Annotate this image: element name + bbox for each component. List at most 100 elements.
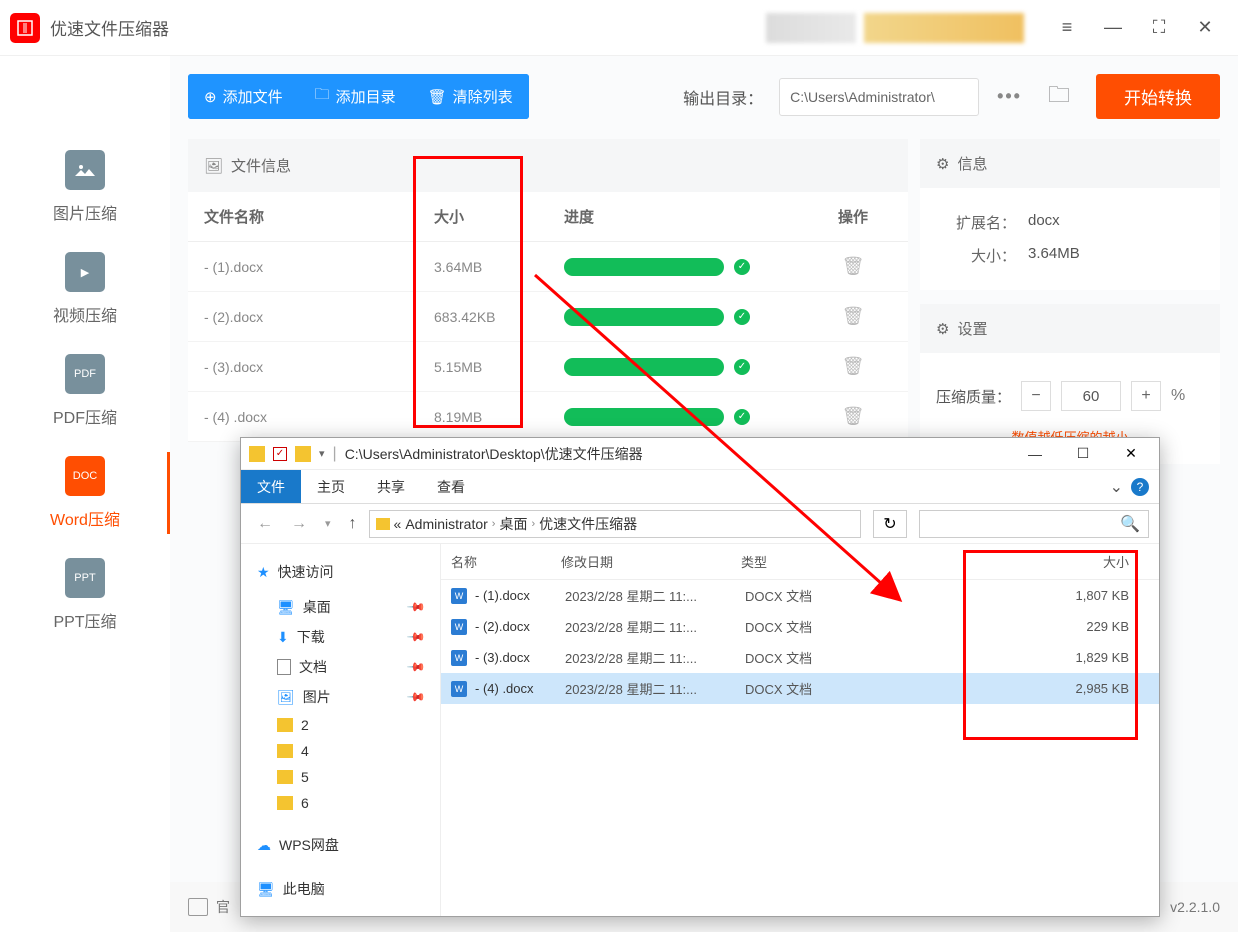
list-item[interactable]: W- (4) .docx2023/2/28 星期二 11:...DOCX 文档2… [441, 673, 1159, 704]
output-dir-label: 输出目录： [683, 85, 763, 109]
blurred-region [766, 13, 856, 43]
sidebar-item-pictures[interactable]: 🖼图片📌 [251, 682, 430, 712]
table-row[interactable]: - (4) .docx 8.19MB ✓ 🗑 [188, 392, 908, 442]
file-size: 5.15MB [434, 359, 564, 375]
sidebar-item-folder[interactable]: 6 [251, 790, 430, 816]
table-row[interactable]: - (1).docx 3.64MB ✓ 🗑 [188, 242, 908, 292]
dropdown-icon[interactable]: ▾ [319, 517, 337, 530]
sidebar-item-folder[interactable]: 4 [251, 738, 430, 764]
gear-icon: ⚙ [936, 320, 949, 338]
video-icon: ▶ [65, 252, 105, 292]
browse-button[interactable]: ••• [987, 86, 1032, 107]
explorer-file-list: 名称 修改日期 类型 大小 W- (1).docx2023/2/28 星期二 1… [441, 544, 1159, 916]
delete-icon[interactable]: 🗑 [814, 256, 892, 277]
sidebar-item-pdf[interactable]: PDF PDF压缩 [0, 340, 170, 442]
explorer-titlebar: ✓ ▾ | C:\Users\Administrator\Desktop\优速文… [241, 438, 1159, 470]
sidebar-item-thispc[interactable]: 🖥此电脑 [251, 874, 430, 904]
close-icon[interactable]: ✕ [1111, 440, 1151, 468]
sidebar-item-label: 视频压缩 [53, 302, 117, 326]
check-icon: ✓ [734, 259, 750, 275]
close-icon[interactable]: ✕ [1186, 9, 1224, 47]
sidebar-item-desktop[interactable]: 🖥桌面📌 [251, 592, 430, 622]
explorer-nav: ← → ▾ ↑ « Administrator› 桌面› 优速文件压缩器 ↻ 🔍 [241, 504, 1159, 544]
list-item[interactable]: W- (1).docx2023/2/28 星期二 11:...DOCX 文档1,… [441, 580, 1159, 611]
open-folder-icon[interactable]: 🗀 [1040, 78, 1078, 116]
back-icon[interactable]: ← [251, 515, 279, 533]
titlebar: 优速文件压缩器 ≡ — ⛶ ✕ [0, 0, 1238, 56]
dropdown-icon[interactable]: ▾ [319, 447, 325, 460]
maximize-icon[interactable]: ☐ [1063, 440, 1103, 468]
folder-icon [277, 796, 293, 810]
forward-icon[interactable]: → [285, 515, 313, 533]
tab-share[interactable]: 共享 [361, 470, 421, 503]
sidebar-item-ppt[interactable]: PPT PPT压缩 [0, 544, 170, 646]
refresh-icon[interactable]: ↻ [873, 510, 907, 538]
col-type[interactable]: 类型 [741, 552, 861, 571]
info-panel: ⚙信息 扩展名：docx 大小：3.64MB [920, 139, 1220, 290]
list-item[interactable]: W- (3).docx2023/2/28 星期二 11:...DOCX 文档1,… [441, 642, 1159, 673]
folder-icon [249, 446, 265, 462]
file-size: 3.64MB [434, 259, 564, 275]
col-op: 操作 [814, 206, 892, 227]
chevron-down-icon[interactable]: ⌄ [1110, 477, 1123, 497]
start-convert-button[interactable]: 开始转换 [1096, 74, 1220, 119]
quality-input[interactable] [1061, 381, 1121, 411]
breadcrumb[interactable]: « Administrator› 桌面› 优速文件压缩器 [369, 510, 861, 538]
tab-home[interactable]: 主页 [301, 470, 361, 503]
output-dir-input[interactable] [779, 78, 979, 116]
delete-icon[interactable]: 🗑 [814, 306, 892, 327]
sidebar-item-documents[interactable]: 文档📌 [251, 652, 430, 682]
file-table: 🖼文件信息 文件名称 大小 进度 操作 - (1).docx 3.64MB ✓ … [188, 139, 908, 442]
quality-minus-button[interactable]: − [1021, 381, 1051, 411]
minimize-icon[interactable]: — [1094, 9, 1132, 47]
pin-icon: 📌 [406, 687, 426, 707]
tab-file[interactable]: 文件 [241, 470, 301, 503]
col-size[interactable]: 大小 [861, 552, 1149, 571]
delete-icon[interactable]: 🗑 [814, 356, 892, 377]
add-dir-button[interactable]: 🗀添加目录 [299, 74, 412, 119]
explorer-ribbon: 文件 主页 共享 查看 ⌄? [241, 470, 1159, 504]
col-date[interactable]: 修改日期 [561, 552, 741, 571]
sidebar-item-video[interactable]: ▶ 视频压缩 [0, 238, 170, 340]
size-label: 大小： [936, 245, 1016, 266]
app-title: 优速文件压缩器 [50, 15, 169, 40]
sidebar-item-wps[interactable]: ☁WPS网盘 [251, 830, 430, 860]
add-file-button[interactable]: ⊕添加文件 [188, 74, 299, 119]
menu-icon[interactable]: ≡ [1048, 9, 1086, 47]
clear-list-button[interactable]: 🗑清除列表 [412, 74, 529, 119]
quality-plus-button[interactable]: + [1131, 381, 1161, 411]
list-item[interactable]: W- (2).docx2023/2/28 星期二 11:...DOCX 文档22… [441, 611, 1159, 642]
cloud-icon: ☁ [257, 837, 271, 854]
document-icon [277, 659, 291, 675]
pin-icon: 📌 [406, 627, 426, 647]
file-table-columns: 文件名称 大小 进度 操作 [188, 192, 908, 242]
app-logo [10, 13, 40, 43]
pin-icon: 📌 [406, 657, 426, 677]
folder-icon [295, 446, 311, 462]
sidebar-item-folder[interactable]: 5 [251, 764, 430, 790]
delete-icon[interactable]: 🗑 [814, 406, 892, 427]
help-icon[interactable]: ? [1131, 478, 1149, 496]
sidebar-item-word[interactable]: DOC Word压缩 [0, 442, 170, 544]
footer-label[interactable]: 官 [216, 897, 230, 917]
explorer-sidebar: ★快速访问 🖥桌面📌 ⬇下载📌 文档📌 🖼图片📌 2 4 5 6 ☁WPS网盘 … [241, 544, 441, 916]
search-input[interactable]: 🔍 [919, 510, 1149, 538]
sidebar-item-downloads[interactable]: ⬇下载📌 [251, 622, 430, 652]
sidebar-item-folder[interactable]: 2 [251, 712, 430, 738]
table-row[interactable]: - (2).docx 683.42KB ✓ 🗑 [188, 292, 908, 342]
sidebar-item-image[interactable]: 图片压缩 [0, 136, 170, 238]
table-row[interactable]: - (3).docx 5.15MB ✓ 🗑 [188, 342, 908, 392]
fullscreen-icon[interactable]: ⛶ [1140, 9, 1178, 47]
check-icon: ✓ [734, 409, 750, 425]
up-icon[interactable]: ↑ [343, 515, 363, 533]
tab-view[interactable]: 查看 [421, 470, 481, 503]
sidebar-item-label: Word压缩 [50, 506, 120, 530]
progress-bar: ✓ [564, 358, 814, 376]
toolbar-button-group: ⊕添加文件 🗀添加目录 🗑清除列表 [188, 74, 529, 119]
progress-bar: ✓ [564, 258, 814, 276]
col-name[interactable]: 名称 [451, 552, 561, 571]
size-value: 3.64MB [1028, 245, 1080, 266]
quick-access[interactable]: ★快速访问 [251, 558, 430, 592]
minimize-icon[interactable]: — [1015, 440, 1055, 468]
desktop-icon: 🖥 [277, 599, 295, 616]
